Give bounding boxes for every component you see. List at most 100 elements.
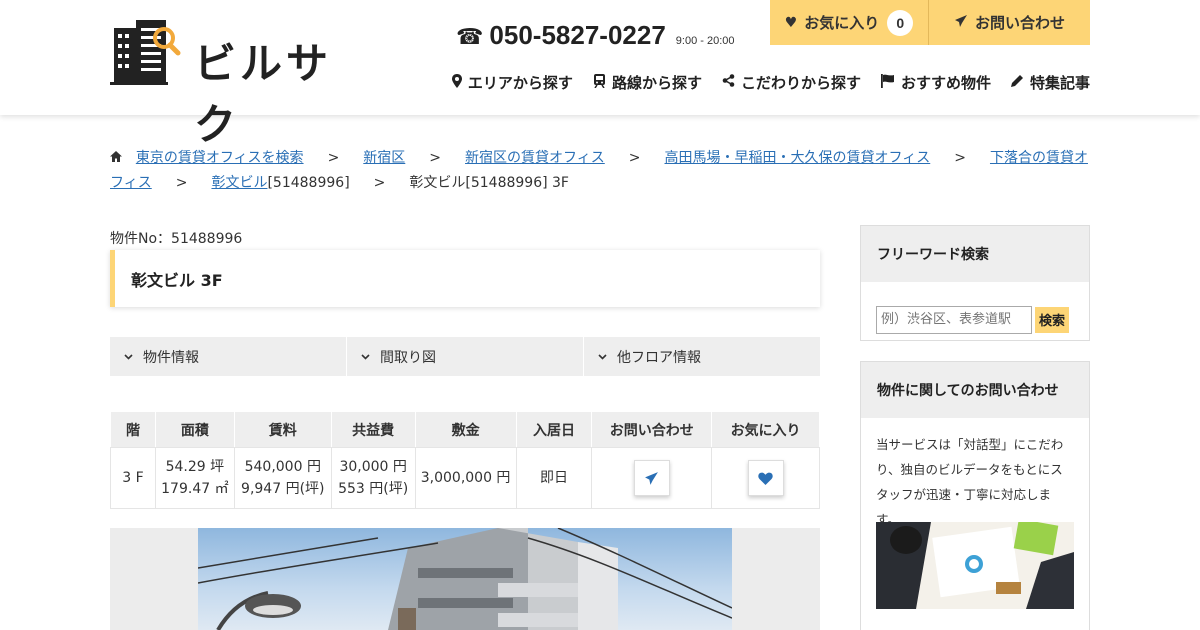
consultation-photo [876,522,1074,609]
cell-inquiry [591,447,713,509]
site-header: ビルサク ☎ 050-5827-0227 9:00 - 20:00 ♥ お気に入… [0,0,1200,149]
cell-deposit: 3,000,000 円 [414,447,517,509]
freeword-search-box: フリーワード検索 検索 [860,225,1090,341]
common-fee-total: 30,000 円 [339,459,407,475]
area-tsubo: 54.29 坪 [165,459,225,475]
phone-icon: ☎ [456,25,484,50]
inquiry-button[interactable]: お問い合わせ [929,0,1090,45]
heart-icon: ♥ [784,14,798,31]
property-number: 物件No：51488996 [110,231,243,247]
cell-move-in: 即日 [515,447,593,509]
floor-table: 階 面積 賃料 共益費 敷金 入居日 お問い合わせ お気に入り 3 F 54.2… [110,411,820,509]
logo-text: ビルサク [194,39,333,149]
breadcrumb-separator: > [175,175,188,191]
inquiry-box: 物件に関してのお問い合わせ 当サービスは「対話型」にこだわり、独自のビルデータを… [860,361,1090,630]
chevron-down-icon [361,350,370,363]
header-inquiry: お問い合わせ [591,411,713,448]
property-title: 彰文ビル 3F [131,270,223,290]
rent-total: 540,000 円 [244,459,321,475]
flag-icon [880,73,895,92]
header-action-buttons: ♥ お気に入り 0 お問い合わせ [770,0,1090,45]
breadcrumb-separator: > [373,175,386,191]
breadcrumb-separator: > [954,150,966,166]
nav-label: おすすめ物件 [900,74,991,92]
favorites-label: お気に入り [804,14,880,32]
nav-area-search[interactable]: エリアから探す [451,72,573,93]
site-logo[interactable]: ビルサク [110,18,350,149]
tab-property-info[interactable]: 物件情報 [110,337,347,376]
train-icon [593,73,606,92]
breadcrumb-link-shinjuku-office[interactable]: 新宿区の賃貸オフィス [465,150,605,166]
main-nav: エリアから探す 路線から探す こだわりから探す おすすめ物件 特集記事 [451,72,1090,93]
nav-line-search[interactable]: 路線から探す [593,72,702,93]
breadcrumb-link-takadanobaba[interactable]: 高田馬場・早稲田・大久保の賃貸オフィス [665,150,931,166]
phone-number: 050-5827-0227 [489,20,666,50]
nav-label: こだわりから探す [740,74,861,92]
property-photo-area [110,528,820,630]
breadcrumb-separator: > [327,150,340,166]
property-title-box: 彰文ビル 3F [110,250,820,307]
nav-feature-search[interactable]: こだわりから探す [722,72,861,93]
tab-other-floors[interactable]: 他フロア情報 [584,337,820,376]
inquiry-label: お問い合わせ [974,14,1065,32]
breadcrumb-separator: > [429,150,442,166]
phone-contact[interactable]: ☎ 050-5827-0227 9:00 - 20:00 [456,20,735,51]
tab-label: 他フロア情報 [617,349,701,366]
header-move-in: 入居日 [515,411,593,448]
breadcrumb-building-id: [51488996] [267,175,350,191]
header-common-fee: 共益費 [330,411,416,448]
header-area: 面積 [154,411,235,448]
header-deposit: 敷金 [414,411,517,448]
building-logo-icon [110,20,181,85]
favorites-button[interactable]: ♥ お気に入り 0 [770,0,929,45]
area-m2: 179.47 ㎡ [161,481,229,497]
header-favorite: お気に入り [711,411,820,448]
search-input[interactable] [876,305,1032,334]
breadcrumb: 東京の賃貸オフィスを検索 > 新宿区 > 新宿区の賃貸オフィス > 高田馬場・早稲田・大久保… [110,146,1090,196]
send-icon [645,471,659,485]
heart-icon [758,472,773,485]
building-photo[interactable] [198,528,732,630]
common-fee-per-tsubo: 553 円(坪) [338,481,409,497]
property-tabs: 物件情報 間取り図 他フロア情報 [110,337,820,376]
cell-favorite [711,447,820,509]
cell-area: 54.29 坪 179.47 ㎡ [154,447,235,509]
inquiry-box-text: 当サービスは「対話型」にこだわり、独自のビルデータをもとにスタッフが迅速・丁寧に… [876,437,1064,527]
nav-label: エリアから探す [467,74,573,92]
chevron-down-icon [598,350,607,363]
map-pin-icon [451,73,462,92]
pencil-icon [1010,74,1024,91]
send-icon [954,14,968,32]
nav-recommended[interactable]: おすすめ物件 [880,72,991,93]
phone-hours: 9:00 - 20:00 [675,35,735,47]
tab-label: 物件情報 [143,349,199,366]
table-row: 3 F 54.29 坪 179.47 ㎡ 540,000 円 9,947 円(坪… [110,447,820,509]
nav-label: 路線から探す [611,74,702,92]
row-favorite-button[interactable] [747,460,784,496]
cell-rent: 540,000 円 9,947 円(坪) [233,447,332,509]
inquiry-box-title: 物件に関してのお問い合わせ [861,362,1089,418]
header-floor: 階 [110,411,156,448]
favorites-count-badge: 0 [887,9,914,36]
freeword-search-title: フリーワード検索 [861,226,1089,282]
breadcrumb-link-shinjuku[interactable]: 新宿区 [363,150,405,166]
search-button[interactable]: 検索 [1035,306,1069,333]
tab-floor-plan[interactable]: 間取り図 [347,337,584,376]
row-inquiry-button[interactable] [633,460,670,496]
rent-per-tsubo: 9,947 円(坪) [241,481,325,497]
breadcrumb-link-tokyo[interactable]: 東京の賃貸オフィスを検索 [136,150,304,166]
cell-common-fee: 30,000 円 553 円(坪) [330,447,416,509]
breadcrumb-link-building[interactable]: 彰文ビル [211,175,267,191]
share-icon [722,74,735,91]
search-row: 検索 [861,282,1089,342]
header-rent: 賃料 [233,411,332,448]
cell-floor: 3 F [110,447,156,509]
chevron-down-icon [124,350,133,363]
tab-label: 間取り図 [380,349,436,366]
breadcrumb-current: 彰文ビル[51488996] 3F [409,175,569,191]
home-icon[interactable] [110,151,126,165]
nav-feature-articles[interactable]: 特集記事 [1010,72,1090,93]
nav-label: 特集記事 [1029,74,1090,92]
breadcrumb-separator: > [628,150,641,166]
table-header-row: 階 面積 賃料 共益費 敷金 入居日 お問い合わせ お気に入り [110,411,820,448]
